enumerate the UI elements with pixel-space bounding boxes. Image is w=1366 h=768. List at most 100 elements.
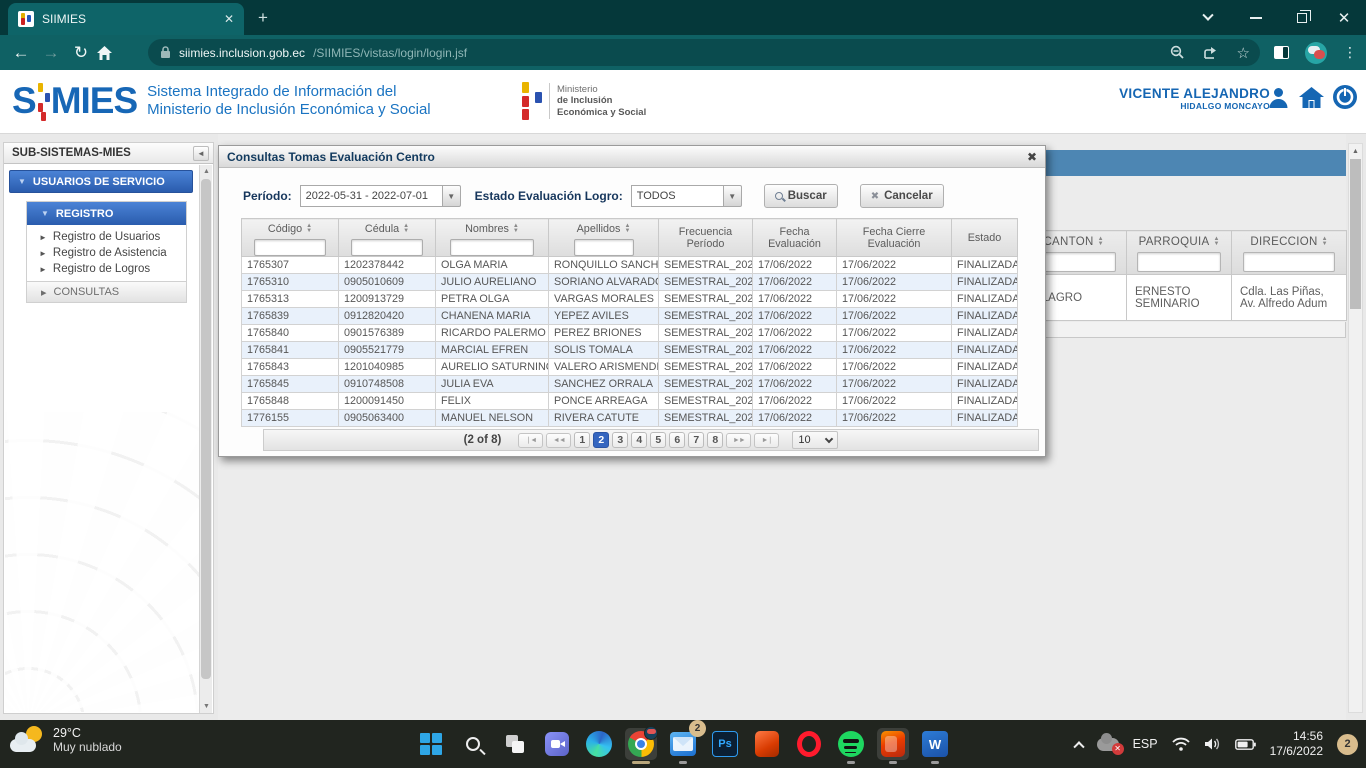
- table-row[interactable]: 17658400901576389RICARDO PALERMOPEREZ BR…: [242, 325, 1018, 342]
- tray-expand-icon[interactable]: [1073, 741, 1084, 752]
- zoom-icon[interactable]: [1170, 45, 1185, 60]
- teams-chat-icon[interactable]: [541, 728, 573, 760]
- share-icon[interactable]: [1203, 46, 1219, 60]
- restore-button[interactable]: [1280, 0, 1324, 35]
- mail-icon[interactable]: 2: [667, 728, 699, 760]
- menu-usuarios-de-servicio[interactable]: ▼ USUARIOS DE SERVICIO: [9, 170, 193, 193]
- back-icon[interactable]: ←: [6, 43, 36, 63]
- buscar-button[interactable]: Buscar: [764, 184, 838, 208]
- table-row[interactable]: 17658431201040985AURELIO SATURNINOVALERO…: [242, 359, 1018, 376]
- sort-icon[interactable]: ▲▼: [513, 224, 519, 234]
- onedrive-error-icon[interactable]: ✕: [1097, 738, 1119, 751]
- chevron-down-icon[interactable]: ▼: [442, 185, 461, 207]
- table-row[interactable]: 17653071202378442OLGA MARIARONQUILLO SAN…: [242, 257, 1018, 274]
- home-icon[interactable]: [96, 45, 126, 61]
- tab-close-icon[interactable]: ✕: [224, 12, 234, 26]
- sidebar-collapse-button[interactable]: ◄: [193, 146, 209, 161]
- rows-per-page-dropdown[interactable]: 10: [792, 431, 838, 449]
- sort-icon[interactable]: ▲▼: [306, 224, 312, 234]
- photoshop-icon[interactable]: Ps: [709, 728, 741, 760]
- language-indicator[interactable]: ESP: [1133, 737, 1158, 751]
- spotify-icon[interactable]: [835, 728, 867, 760]
- last-page-button[interactable]: ►❘: [754, 433, 779, 448]
- table-row[interactable]: 17658390912820420CHANENA MARIAYEPEZ AVIL…: [242, 308, 1018, 325]
- estado-dropdown[interactable]: TODOS ▼: [631, 185, 742, 207]
- side-panel-icon[interactable]: [1274, 46, 1289, 59]
- scroll-up-icon[interactable]: ▲: [200, 165, 213, 178]
- col-apellidos[interactable]: Apellidos▲▼: [549, 219, 659, 257]
- nombres-filter-input[interactable]: [450, 239, 534, 256]
- volume-icon[interactable]: [1204, 737, 1221, 751]
- browser-tab[interactable]: SIIMIES ✕: [8, 3, 244, 35]
- page-button-6[interactable]: 6: [669, 432, 685, 448]
- page-button-4[interactable]: 4: [631, 432, 647, 448]
- home-nav-icon[interactable]: [1298, 85, 1325, 110]
- prev-page-button[interactable]: ◄◄: [546, 433, 571, 448]
- sort-icon[interactable]: ▲▼: [624, 224, 630, 234]
- menu-registro[interactable]: ▼ REGISTRO: [27, 202, 186, 225]
- col-nombres[interactable]: Nombres▲▼: [436, 219, 549, 257]
- table-row[interactable]: 17761550905063400MANUEL NELSONRIVERA CAT…: [242, 410, 1018, 427]
- table-row[interactable]: 17658410905521779MARCIAL EFRENSOLIS TOMA…: [242, 342, 1018, 359]
- office-mobile-icon[interactable]: [751, 728, 783, 760]
- chevron-down-icon[interactable]: ▼: [723, 185, 742, 207]
- tab-search-icon[interactable]: [1186, 0, 1230, 35]
- sidebar-item-registro-usuarios[interactable]: ►Registro de Usuarios: [33, 229, 186, 245]
- scroll-down-icon[interactable]: ▼: [200, 700, 213, 713]
- page-button-3[interactable]: 3: [612, 432, 628, 448]
- modal-close-icon[interactable]: ✖: [1027, 150, 1037, 164]
- chrome-icon[interactable]: [625, 728, 657, 760]
- wifi-icon[interactable]: [1172, 737, 1190, 751]
- battery-icon[interactable]: [1235, 739, 1256, 750]
- periodo-dropdown[interactable]: 2022-05-31 - 2022-07-01 ▼: [300, 185, 461, 207]
- page-button-1[interactable]: 1: [574, 432, 590, 448]
- browser-menu-icon[interactable]: ⋮: [1343, 44, 1358, 61]
- cancelar-button[interactable]: ✖ Cancelar: [860, 184, 944, 208]
- sidebar-item-registro-asistencia[interactable]: ►Registro de Asistencia: [33, 245, 186, 261]
- profile-avatar[interactable]: [1305, 42, 1327, 64]
- table-row[interactable]: 17658450910748508JULIA EVASANCHEZ ORRALA…: [242, 376, 1018, 393]
- page-button-2[interactable]: 2: [593, 432, 609, 448]
- next-page-button[interactable]: ►►: [726, 433, 751, 448]
- table-row[interactable]: 17658481200091450FELIXPONCE ARREAGASEMES…: [242, 393, 1018, 410]
- sidebar-item-registro-logros[interactable]: ►Registro de Logros: [33, 261, 186, 277]
- start-button[interactable]: [415, 728, 447, 760]
- close-window-button[interactable]: ✕: [1322, 0, 1366, 35]
- apellidos-filter-input[interactable]: [574, 239, 634, 256]
- table-row[interactable]: 17653131200913729PETRA OLGAVARGAS MORALE…: [242, 291, 1018, 308]
- task-view-button[interactable]: [499, 728, 531, 760]
- page-button-7[interactable]: 7: [688, 432, 704, 448]
- bookmark-star-icon[interactable]: ☆: [1237, 44, 1250, 62]
- scrollbar-thumb[interactable]: [201, 179, 211, 679]
- forward-icon[interactable]: →: [36, 43, 66, 63]
- col-codigo[interactable]: Código▲▼: [242, 219, 339, 257]
- page-button-5[interactable]: 5: [650, 432, 666, 448]
- notification-badge[interactable]: 2: [1337, 734, 1358, 755]
- minimize-button[interactable]: [1234, 0, 1278, 35]
- url-bar[interactable]: siimies.inclusion.gob.ec/SIIMIES/vistas/…: [148, 39, 1260, 66]
- new-tab-button[interactable]: +: [258, 8, 268, 28]
- scroll-up-icon[interactable]: ▲: [1349, 144, 1362, 158]
- col-cedula[interactable]: Cédula▲▼: [339, 219, 436, 257]
- edge-icon[interactable]: [583, 728, 615, 760]
- logout-power-icon[interactable]: [1332, 84, 1358, 110]
- codigo-filter-input[interactable]: [254, 239, 326, 256]
- office-icon[interactable]: [877, 728, 909, 760]
- page-button-8[interactable]: 8: [707, 432, 723, 448]
- opera-icon[interactable]: [793, 728, 825, 760]
- scrollbar-thumb[interactable]: [1350, 159, 1361, 309]
- cedula-filter-input[interactable]: [351, 239, 423, 256]
- bg-parroquia-filter-input[interactable]: [1137, 252, 1220, 272]
- bg-col-direccion[interactable]: DIRECCION▲▼: [1232, 231, 1347, 275]
- search-button[interactable]: [457, 728, 489, 760]
- reload-icon[interactable]: ↻: [66, 43, 96, 63]
- profile-icon[interactable]: [1266, 85, 1291, 110]
- bg-direccion-filter-input[interactable]: [1243, 252, 1334, 272]
- menu-consultas[interactable]: ▸CONSULTAS: [27, 281, 186, 302]
- sort-icon[interactable]: ▲▼: [403, 224, 409, 234]
- clock[interactable]: 14:56 17/6/2022: [1270, 729, 1323, 759]
- page-scrollbar[interactable]: ▲: [1348, 143, 1363, 713]
- first-page-button[interactable]: ❘◄: [518, 433, 543, 448]
- bg-col-parroquia[interactable]: PARROQUIA▲▼: [1127, 231, 1232, 275]
- weather-widget[interactable]: 29°C Muy nublado: [10, 725, 122, 755]
